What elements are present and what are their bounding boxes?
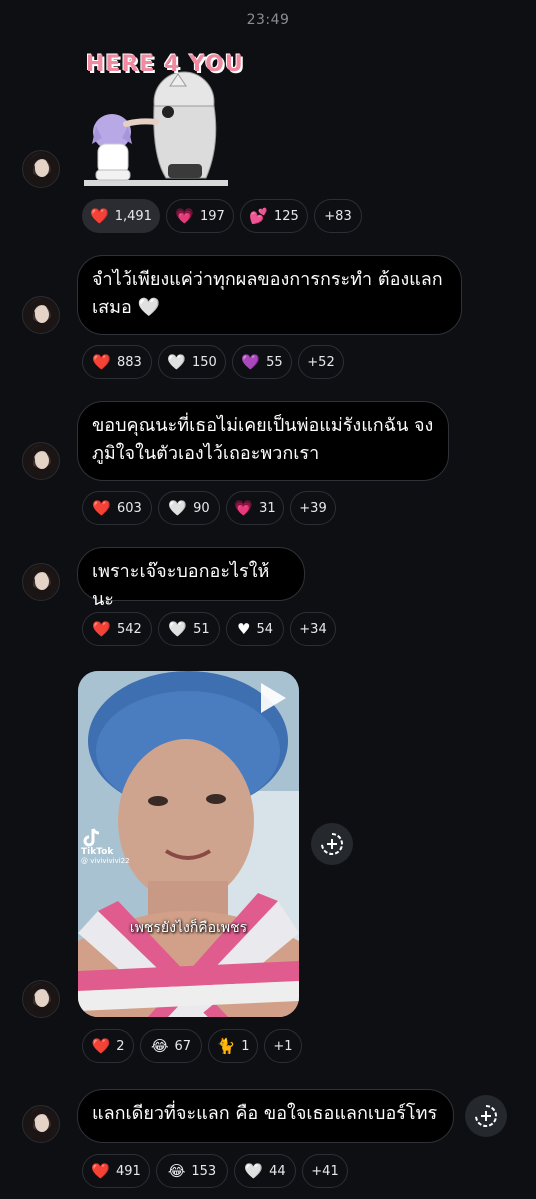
reaction-count: +1	[273, 1038, 293, 1054]
more-reactions-chip[interactable]: +34	[290, 612, 336, 646]
heart-suit-emoji-icon: ♥	[237, 619, 251, 638]
reaction-count: +39	[299, 500, 327, 516]
reaction-bar: ❤️ 883 🤍 150 💜 55 +52	[82, 345, 344, 379]
message-timestamp: 23:49	[246, 12, 290, 28]
reaction-bar: ❤️ 491 😂 153 🤍 44 +41	[82, 1154, 348, 1188]
message-bubble[interactable]: เพราะเจ๊จะบอกอะไรให้นะ	[77, 547, 305, 610]
message-text-line: เพราะเจ๊จะบอกอะไรให้นะ	[92, 561, 270, 610]
reaction-bar: ❤️ 1,491 💗 197 💕 125 +83	[82, 199, 362, 233]
video-message[interactable]: TikTok @ vivivivivi22 เพชรยังไงก็คือเพชร	[78, 671, 299, 1017]
reaction-chip[interactable]: ♥ 54	[226, 612, 284, 646]
more-reactions-chip[interactable]: +39	[290, 491, 336, 525]
purple-heart-emoji-icon: 💜	[241, 352, 261, 371]
message-text-line: แลกเดียวที่จะแลก คือ ขอใจเธอแลกเบอร์โทร	[92, 1103, 438, 1124]
reaction-bar: ❤️ 603 🤍 90 💗 31 +39	[82, 491, 336, 525]
sender-avatar[interactable]	[22, 150, 60, 188]
sender-avatar[interactable]	[22, 442, 60, 480]
message-bubble[interactable]: แลกเดียวที่จะแลก คือ ขอใจเธอแลกเบอร์โทร	[77, 1089, 454, 1143]
video-brand-label: TikTok	[81, 847, 114, 857]
reaction-chip[interactable]: 🤍 51	[158, 612, 220, 646]
message-bubble[interactable]: ขอบคุณนะที่เธอไม่เคยเป็นพ่อแม่รังแกฉัน จ…	[77, 401, 449, 481]
reaction-count: 150	[191, 354, 217, 370]
reaction-count: 2	[116, 1038, 125, 1054]
reaction-chip[interactable]: ❤️ 603	[82, 491, 152, 525]
message-text-line: ภูมิใจในตัวเองไว้เถอะพวกเรา	[92, 443, 320, 464]
reaction-count: +52	[307, 354, 335, 370]
video-subtitle: เพชรยังไงก็คือเพชร	[129, 920, 248, 936]
heart-emoji-icon: ❤️	[90, 206, 109, 225]
reaction-count: 542	[116, 621, 142, 637]
more-reactions-chip[interactable]: +83	[314, 199, 362, 233]
reaction-bar: ❤️ 2 😂 67 🐈 1 +1	[82, 1029, 302, 1063]
reaction-count: 883	[116, 354, 142, 370]
reaction-count: 44	[269, 1163, 286, 1179]
heart-emoji-icon: ❤️	[91, 1036, 111, 1055]
more-reactions-chip[interactable]: +41	[302, 1154, 348, 1188]
two-hearts-emoji-icon: 💕	[249, 206, 268, 225]
sender-avatar[interactable]	[22, 1105, 60, 1143]
reaction-count: 153	[191, 1163, 217, 1179]
reaction-count: +41	[311, 1163, 339, 1179]
heart-emoji-icon: ❤️	[92, 619, 111, 638]
reaction-count: 54	[256, 621, 273, 637]
reaction-chip[interactable]: 💜 55	[232, 345, 292, 379]
reaction-chip[interactable]: ❤️ 491	[82, 1154, 150, 1188]
reaction-count: 67	[174, 1038, 192, 1054]
heart-emoji-icon: ❤️	[91, 1161, 110, 1180]
reaction-chip[interactable]: 😂 153	[156, 1154, 228, 1188]
reaction-chip[interactable]: 🤍 90	[158, 491, 220, 525]
reaction-bar: ❤️ 542 🤍 51 ♥ 54 +34	[82, 612, 336, 646]
sender-avatar[interactable]	[22, 563, 60, 601]
reaction-count: 31	[259, 500, 276, 516]
reaction-chip[interactable]: ❤️ 1,491	[82, 199, 160, 233]
reaction-chip[interactable]: ❤️ 542	[82, 612, 152, 646]
sender-avatar[interactable]	[22, 980, 60, 1018]
reaction-count: 603	[116, 500, 142, 516]
cat-emoji-icon: 🐈	[216, 1036, 236, 1055]
reaction-chip[interactable]: 💗 197	[166, 199, 234, 233]
heart-emoji-icon: ❤️	[92, 498, 111, 517]
reaction-chip[interactable]: 🤍 150	[158, 345, 226, 379]
message-text-line: เสมอ 🤍	[92, 297, 160, 318]
white-heart-emoji-icon: 🤍	[167, 352, 186, 371]
message-text-line: ขอบคุณนะที่เธอไม่เคยเป็นพ่อแม่รังแกฉัน จ…	[92, 415, 434, 436]
reaction-chip[interactable]: 💕 125	[240, 199, 308, 233]
white-heart-emoji-icon: 🤍	[168, 619, 188, 638]
reaction-count: 1	[241, 1038, 250, 1054]
heart-emoji-icon: ❤️	[92, 352, 111, 371]
more-reactions-chip[interactable]: +52	[298, 345, 344, 379]
share-button[interactable]	[465, 1095, 507, 1137]
laughing-emoji-icon: 😂	[150, 1036, 169, 1055]
pink-heart-emoji-icon: 💗	[175, 206, 194, 225]
reaction-count: +34	[299, 621, 327, 637]
sticker-caption: HERE 4 YOU	[86, 52, 244, 77]
reaction-count: 491	[115, 1163, 141, 1179]
video-handle-label: @ vivivivivi22	[81, 857, 130, 865]
reaction-count: 90	[193, 500, 210, 516]
message-bubble[interactable]: จำไว้เพียงแค่ว่าทุกผลของการกระทำ ต้องแลก…	[77, 255, 462, 335]
share-button[interactable]	[311, 823, 353, 865]
pink-heart-emoji-icon: 💗	[234, 498, 254, 517]
add-circle-icon	[321, 833, 343, 855]
reaction-count: 1,491	[114, 208, 152, 224]
reaction-chip[interactable]: 🐈 1	[208, 1029, 258, 1063]
sender-avatar[interactable]	[22, 296, 60, 334]
more-reactions-chip[interactable]: +1	[264, 1029, 302, 1063]
laughing-emoji-icon: 😂	[167, 1161, 186, 1180]
message-text-line: จำไว้เพียงแค่ว่าทุกผลของการกระทำ ต้องแลก	[92, 269, 443, 290]
reaction-count: 197	[199, 208, 225, 224]
reaction-chip[interactable]: ❤️ 2	[82, 1029, 134, 1063]
reaction-chip[interactable]: ❤️ 883	[82, 345, 152, 379]
reaction-count: +83	[324, 208, 352, 224]
white-heart-emoji-icon: 🤍	[244, 1161, 264, 1180]
add-circle-icon	[475, 1105, 497, 1127]
reaction-count: 125	[273, 208, 299, 224]
white-heart-emoji-icon: 🤍	[168, 498, 188, 517]
reaction-count: 51	[193, 621, 210, 637]
reaction-chip[interactable]: 🤍 44	[234, 1154, 296, 1188]
reaction-count: 55	[266, 354, 283, 370]
reaction-chip[interactable]: 💗 31	[226, 491, 284, 525]
reaction-chip[interactable]: 😂 67	[140, 1029, 202, 1063]
